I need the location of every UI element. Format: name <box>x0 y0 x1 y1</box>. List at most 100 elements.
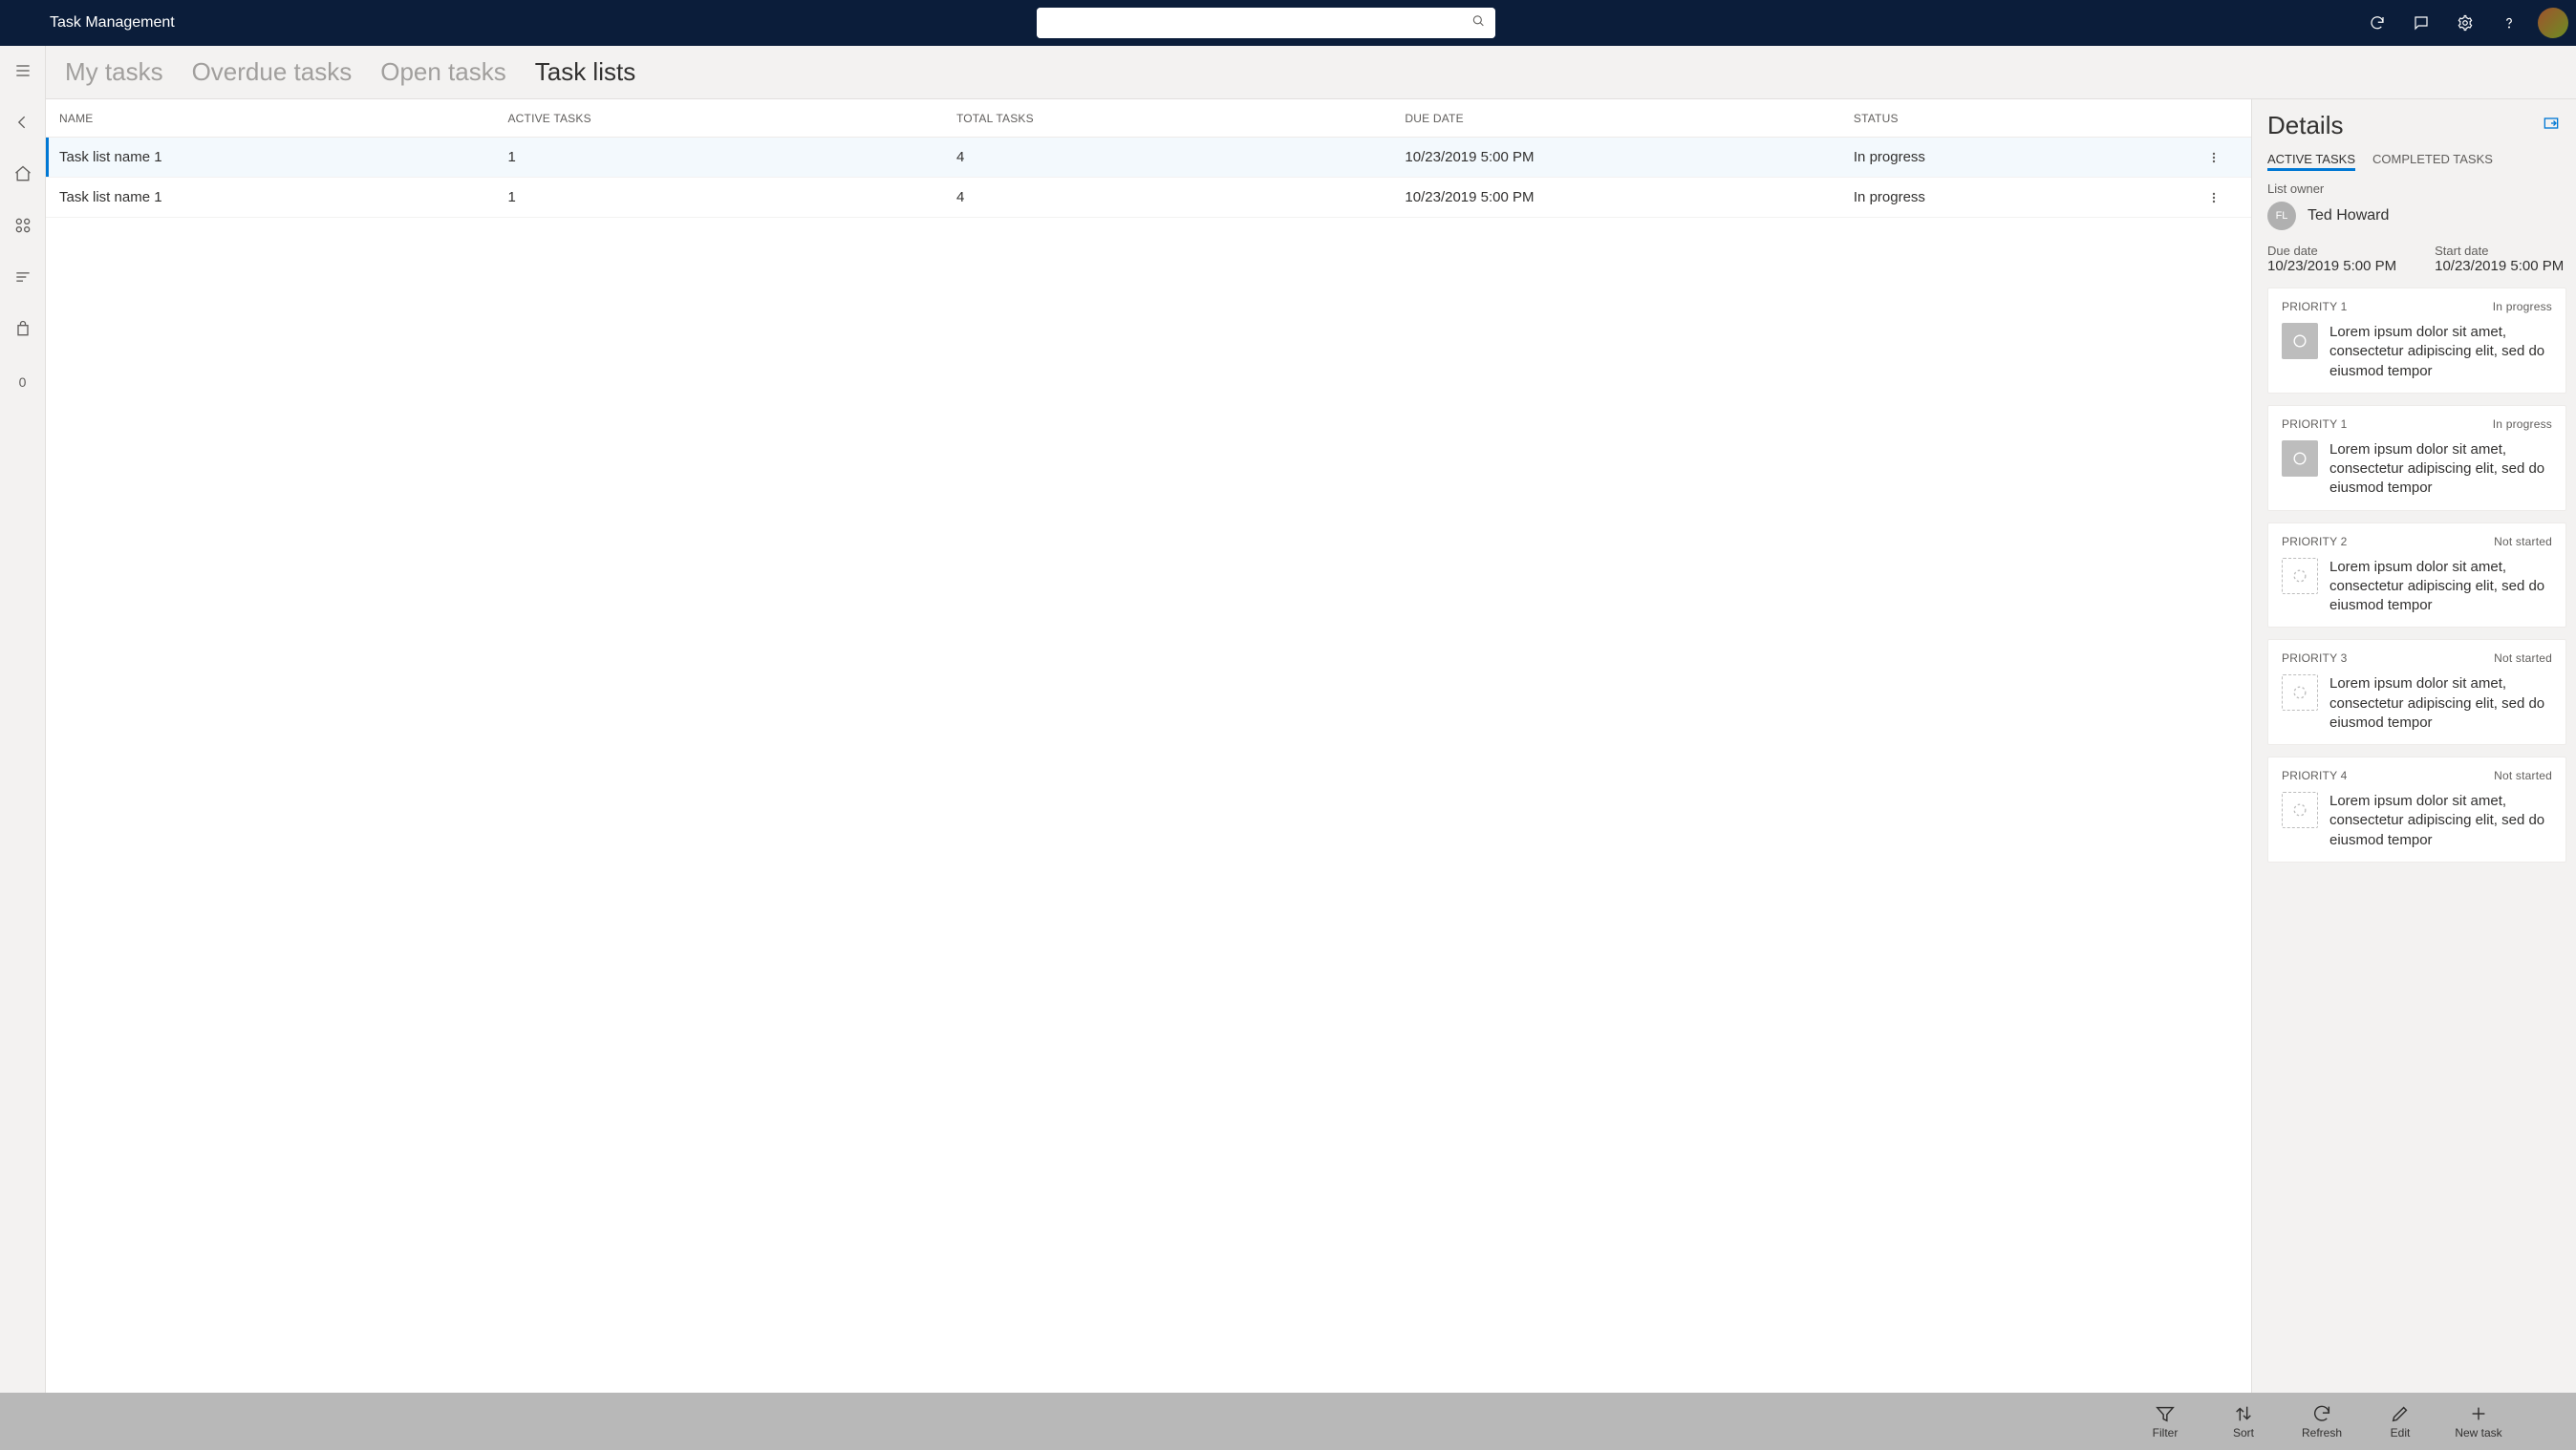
cmd-refresh[interactable]: Refresh <box>2287 1393 2356 1450</box>
card-thumb <box>2282 440 2318 477</box>
cell-due: 10/23/2019 5:00 PM <box>1405 189 1853 205</box>
popout-icon <box>2542 114 2561 133</box>
home-icon <box>13 164 32 188</box>
cmd-edit-label: Edit <box>2391 1426 2411 1439</box>
card-description: Lorem ipsum dolor sit amet, consectetur … <box>2329 674 2552 733</box>
cell-name: Task list name 1 <box>59 189 507 205</box>
task-card[interactable]: PRIORITY 2 Not started Lorem ipsum dolor… <box>2267 522 2566 629</box>
cmd-new-task[interactable]: New task <box>2444 1393 2513 1450</box>
user-avatar[interactable] <box>2538 8 2568 38</box>
rail-counter-value: 0 <box>19 374 27 390</box>
comments-button[interactable] <box>2402 4 2440 42</box>
cmd-filter-label: Filter <box>2153 1426 2179 1439</box>
row-more-button[interactable] <box>2190 150 2238 165</box>
app-title: Task Management <box>50 14 175 32</box>
task-list-table: NAME ACTIVE TASKS TOTAL TASKS DUE DATE S… <box>46 99 2251 1393</box>
cmd-filter[interactable]: Filter <box>2131 1393 2200 1450</box>
back-icon <box>13 113 32 137</box>
command-bar: Filter Sort Refresh Edit New task <box>0 1393 2576 1450</box>
popout-button[interactable] <box>2542 114 2561 138</box>
refresh-icon <box>2311 1403 2332 1424</box>
refresh-button[interactable] <box>2358 4 2396 42</box>
card-description: Lorem ipsum dolor sit amet, consectetur … <box>2329 440 2552 499</box>
task-card[interactable]: PRIORITY 3 Not started Lorem ipsum dolor… <box>2267 639 2566 745</box>
rail-counter[interactable]: 0 <box>4 363 42 401</box>
card-priority: PRIORITY 1 <box>2282 417 2347 431</box>
table-row[interactable]: Task list name 1 1 4 10/23/2019 5:00 PM … <box>46 178 2251 218</box>
cell-active: 1 <box>507 189 955 205</box>
start-date-value: 10/23/2019 5:00 PM <box>2435 258 2564 274</box>
rail-back[interactable] <box>4 105 42 143</box>
help-button[interactable] <box>2490 4 2528 42</box>
cmd-more[interactable] <box>2522 1393 2568 1450</box>
card-thumb <box>2282 792 2318 828</box>
rail-menu[interactable] <box>4 53 42 92</box>
rail-home[interactable] <box>4 157 42 195</box>
cell-status: In progress <box>1854 149 2190 165</box>
row-more-button[interactable] <box>2190 190 2238 205</box>
col-total-tasks[interactable]: TOTAL TASKS <box>956 112 1405 125</box>
tab-task-lists[interactable]: Task lists <box>535 57 635 87</box>
card-priority: PRIORITY 3 <box>2282 651 2347 665</box>
tab-my-tasks[interactable]: My tasks <box>65 57 163 87</box>
card-description: Lorem ipsum dolor sit amet, consectetur … <box>2329 792 2552 850</box>
cmd-edit[interactable]: Edit <box>2366 1393 2435 1450</box>
owner-avatar[interactable]: FL <box>2267 202 2296 230</box>
rail-modules[interactable] <box>4 208 42 246</box>
card-thumb <box>2282 674 2318 711</box>
cmd-sort-label: Sort <box>2233 1426 2254 1439</box>
details-title: Details <box>2267 111 2343 140</box>
cmd-sort[interactable]: Sort <box>2209 1393 2278 1450</box>
search-box[interactable] <box>1037 8 1495 38</box>
task-card[interactable]: PRIORITY 4 Not started Lorem ipsum dolor… <box>2267 757 2566 863</box>
table-row[interactable]: Task list name 1 1 4 10/23/2019 5:00 PM … <box>46 138 2251 178</box>
owner-name: Ted Howard <box>2308 207 2389 224</box>
details-tab-active[interactable]: ACTIVE TASKS <box>2267 152 2355 170</box>
cell-due: 10/23/2019 5:00 PM <box>1405 149 1853 165</box>
tab-open-tasks[interactable]: Open tasks <box>380 57 506 87</box>
card-priority: PRIORITY 4 <box>2282 769 2347 782</box>
top-bar: Task Management <box>0 0 2576 46</box>
col-due-date[interactable]: DUE DATE <box>1405 112 1853 125</box>
cell-name: Task list name 1 <box>59 149 507 165</box>
cmd-refresh-label: Refresh <box>2302 1426 2342 1439</box>
help-icon <box>2501 14 2518 32</box>
card-priority: PRIORITY 1 <box>2282 300 2347 313</box>
list-icon <box>13 267 32 291</box>
start-date-label: Start date <box>2435 244 2564 258</box>
cell-active: 1 <box>507 149 955 165</box>
filter-icon <box>2155 1403 2176 1424</box>
bag-icon <box>13 319 32 343</box>
card-priority: PRIORITY 2 <box>2282 535 2347 548</box>
col-status[interactable]: STATUS <box>1854 112 2190 125</box>
cell-status: In progress <box>1854 189 2190 205</box>
hamburger-icon <box>13 61 32 85</box>
card-description: Lorem ipsum dolor sit amet, consectetur … <box>2329 558 2552 616</box>
task-card[interactable]: PRIORITY 1 In progress Lorem ipsum dolor… <box>2267 405 2566 511</box>
cmd-new-label: New task <box>2455 1426 2501 1439</box>
refresh-icon <box>2369 14 2386 32</box>
due-date-value: 10/23/2019 5:00 PM <box>2267 258 2396 274</box>
details-tab-completed[interactable]: COMPLETED TASKS <box>2372 152 2493 170</box>
task-card[interactable]: PRIORITY 1 In progress Lorem ipsum dolor… <box>2267 288 2566 394</box>
tab-overdue-tasks[interactable]: Overdue tasks <box>192 57 353 87</box>
modules-icon <box>13 216 32 240</box>
edit-icon <box>2390 1403 2411 1424</box>
gear-icon <box>2457 14 2474 32</box>
cell-total: 4 <box>956 149 1405 165</box>
plus-icon <box>2468 1403 2489 1424</box>
rail-bag[interactable] <box>4 311 42 350</box>
more-vertical-icon <box>2206 150 2222 165</box>
col-name[interactable]: NAME <box>59 112 507 125</box>
settings-button[interactable] <box>2446 4 2484 42</box>
rail-list[interactable] <box>4 260 42 298</box>
search-input[interactable] <box>1037 8 1495 38</box>
owner-label: List owner <box>2267 181 2566 196</box>
card-status: Not started <box>2494 651 2552 665</box>
menu-toggle[interactable] <box>8 0 46 46</box>
due-date-label: Due date <box>2267 244 2396 258</box>
card-status: In progress <box>2493 417 2552 431</box>
card-status: Not started <box>2494 769 2552 782</box>
col-active-tasks[interactable]: ACTIVE TASKS <box>507 112 955 125</box>
card-status: Not started <box>2494 535 2552 548</box>
